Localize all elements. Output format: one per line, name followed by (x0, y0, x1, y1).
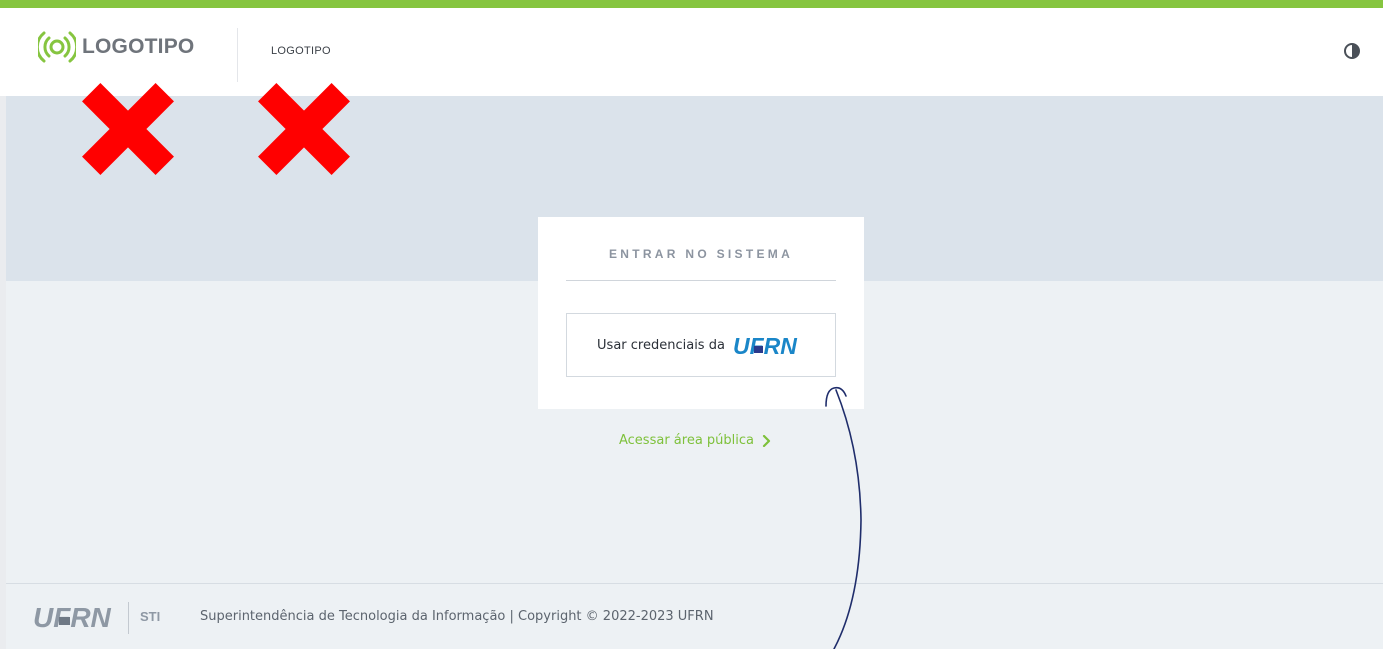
top-accent-bar (0, 0, 1383, 8)
footer-separator (128, 602, 129, 634)
svg-text:UFRN: UFRN (733, 334, 797, 356)
credentials-button-label: Usar credenciais da (597, 337, 725, 353)
header-divider (237, 28, 238, 82)
site-logo[interactable]: LOGOTIPO (38, 28, 194, 66)
login-card: ENTRAR NO SISTEMA Usar credenciais da UF… (538, 217, 864, 409)
public-area-link[interactable]: Acessar área pública (619, 433, 772, 448)
footer-unit: STI (140, 609, 161, 624)
contrast-icon[interactable] (1343, 42, 1361, 60)
svg-text:UFRN: UFRN (33, 603, 112, 631)
card-divider (566, 280, 836, 281)
red-x-mark (258, 83, 350, 175)
red-x-mark (82, 83, 174, 175)
ufrn-logo: UFRN (733, 334, 797, 356)
public-area-link-label: Acessar área pública (619, 433, 755, 448)
header-secondary-label: LOGOTIPO (271, 45, 331, 57)
ufrn-credentials-button[interactable]: Usar credenciais da UFRN (566, 313, 836, 377)
logo-text: LOGOTIPO (82, 35, 195, 58)
site-header (0, 8, 1383, 96)
chevron-right-icon (762, 434, 771, 447)
footer-copyright: Superintendência de Tecnologia da Inform… (200, 609, 714, 624)
ufrn-footer-logo: UFRN (33, 603, 112, 631)
login-card-title: ENTRAR NO SISTEMA (608, 247, 794, 261)
logo-rings-icon (38, 31, 76, 63)
